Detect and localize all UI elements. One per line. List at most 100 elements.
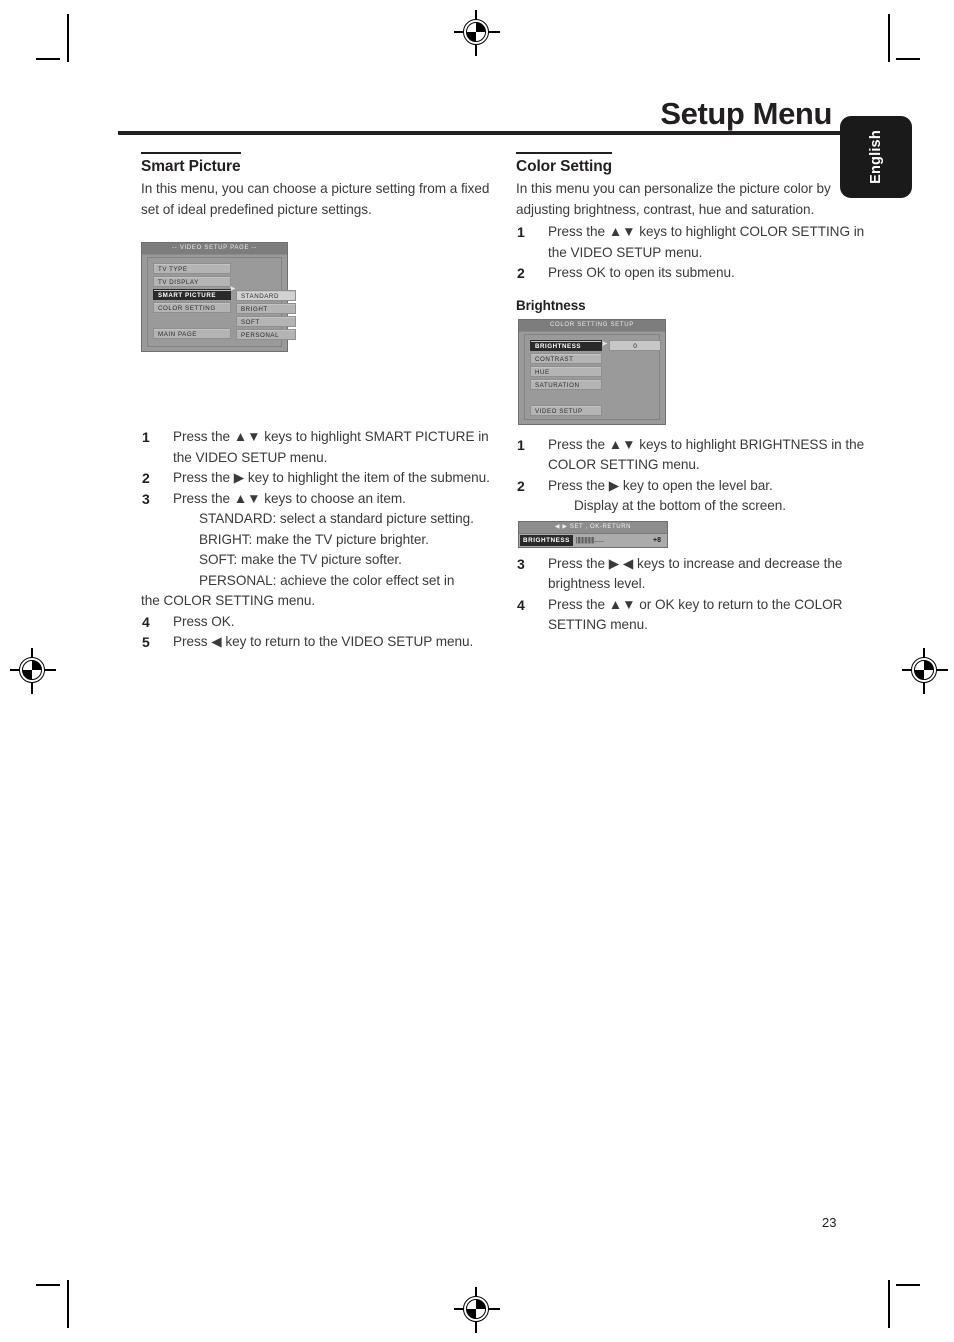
step-text: Press the ▲▼ keys to choose an item. bbox=[173, 490, 406, 506]
osd-value-arrow-icon: ➤ bbox=[601, 338, 608, 348]
step-item: 5 Press ◀ key to return to the VIDEO SET… bbox=[141, 632, 491, 653]
osd-level-bar-value: +8 bbox=[653, 536, 661, 544]
osd-submenu-item: BRIGHT bbox=[236, 303, 296, 314]
osd-color-setting-title: COLOR SETTING SETUP bbox=[519, 319, 665, 332]
osd-level-bar-row: BRIGHTNESS |||||||||||||...... +8 bbox=[519, 532, 667, 547]
language-tab-label: English bbox=[868, 130, 884, 184]
step-item: 4 Press the ▲▼ or OK key to return to th… bbox=[516, 595, 866, 636]
step-item: 4 Press OK. bbox=[141, 612, 491, 633]
osd-menu-item: TV TYPE bbox=[153, 263, 231, 274]
step-number: 3 bbox=[142, 490, 150, 507]
osd-brightness-value: 0 bbox=[609, 339, 661, 351]
osd-video-setup-menu-list: TV TYPE TV DISPLAY SMART PICTURE COLOR S… bbox=[153, 263, 231, 341]
crop-mark-top-right-horizontal bbox=[896, 58, 920, 60]
registration-mark-bottom bbox=[454, 1287, 500, 1333]
step-number: 5 bbox=[142, 634, 150, 650]
osd-menu-item: MAIN PAGE bbox=[153, 328, 231, 339]
step-number: 2 bbox=[517, 477, 525, 494]
step-item: 3 Press the ▶ ◀ keys to increase and dec… bbox=[516, 554, 866, 595]
step-item: 2 Press the ▶ key to open the level bar.… bbox=[516, 476, 866, 517]
step-detail: SOFT: make the TV picture softer. bbox=[199, 552, 402, 567]
osd-menu-item: CONTRAST bbox=[530, 352, 602, 364]
step-item: 2 Press OK to open its submenu. bbox=[516, 263, 866, 284]
crop-mark-bottom-right-vertical bbox=[888, 1280, 890, 1328]
step-number: 1 bbox=[517, 224, 525, 240]
step-text: Press the ▲▼ or OK key to return to the … bbox=[548, 596, 843, 633]
osd-menu-item-selected: SMART PICTURE bbox=[153, 289, 231, 300]
step-text: Press the ▲▼ keys to highlight SMART PIC… bbox=[173, 429, 489, 465]
step-text: Press ◀ key to return to the VIDEO SETUP… bbox=[173, 634, 474, 649]
osd-submenu-item: PERSONAL bbox=[236, 329, 296, 340]
smart-picture-steps: 1 Press the ▲▼ keys to highlight SMART P… bbox=[141, 427, 491, 653]
smart-picture-intro: In this menu, you can choose a picture s… bbox=[141, 181, 490, 217]
step-number: 1 bbox=[142, 429, 150, 445]
osd-brightness-level-bar: ◀ ▶ SET , OK-RETURN BRIGHTNESS |||||||||… bbox=[518, 520, 668, 548]
osd-color-setting-value-area: 0 bbox=[609, 339, 661, 351]
osd-level-bar-label: BRIGHTNESS bbox=[520, 534, 573, 546]
osd-video-setup-body: TV TYPE TV DISPLAY SMART PICTURE COLOR S… bbox=[147, 257, 296, 347]
step-item: 1 Press the ▲▼ keys to highlight COLOR S… bbox=[516, 222, 866, 263]
osd-video-setup-page: -- VIDEO SETUP PAGE -- TV TYPE TV DISPLA… bbox=[141, 242, 296, 352]
step-text: Press the ▶ key to highlight the item of… bbox=[173, 470, 490, 485]
osd-submenu-item: SOFT bbox=[236, 316, 296, 327]
step-number: 2 bbox=[517, 265, 525, 281]
section-title-smart-picture: Smart Picture bbox=[141, 152, 241, 177]
registration-mark-left bbox=[10, 648, 56, 694]
brightness-steps-tail: 3 Press the ▶ ◀ keys to increase and dec… bbox=[516, 554, 866, 636]
registration-mark-right bbox=[902, 648, 948, 694]
step-text: Press the ▲▼ keys to highlight COLOR SET… bbox=[548, 224, 865, 260]
crop-mark-bottom-left-horizontal bbox=[36, 1284, 60, 1286]
right-column: Color Setting In this menu you can perso… bbox=[516, 152, 866, 636]
page-number: 23 bbox=[822, 1215, 837, 1230]
osd-menu-spacer bbox=[153, 315, 231, 326]
step-detail: BRIGHT: make the TV picture brighter. bbox=[199, 531, 429, 547]
osd-color-setting-menu-list: BRIGHTNESS CONTRAST HUE SATURATION VIDEO… bbox=[530, 339, 602, 418]
crop-mark-top-left-vertical bbox=[67, 14, 69, 62]
step-number: 1 bbox=[517, 436, 525, 453]
step-detail-continuation: the COLOR SETTING menu. bbox=[141, 593, 316, 608]
left-column: Smart Picture In this menu, you can choo… bbox=[141, 152, 491, 653]
step-detail: STANDARD: select a standard picture sett… bbox=[199, 511, 474, 526]
step-text: Press the ▲▼ keys to highlight BRIGHTNES… bbox=[548, 436, 865, 473]
header-rule bbox=[118, 131, 858, 135]
osd-level-bar-hint: ◀ ▶ SET , OK-RETURN bbox=[519, 521, 667, 533]
section-title-color-setting: Color Setting bbox=[516, 152, 612, 177]
crop-mark-top-left-horizontal bbox=[36, 58, 60, 60]
subsection-title-brightness: Brightness bbox=[516, 297, 586, 313]
step-text: Press the ▶ key to open the level bar. bbox=[548, 477, 773, 493]
osd-video-setup-submenu-list: STANDARD BRIGHT SOFT PERSONAL bbox=[236, 290, 296, 342]
color-setting-intro: In this menu you can personalize the pic… bbox=[516, 181, 831, 217]
osd-submenu-arrow-icon: ➤ bbox=[229, 284, 236, 293]
step-item: 1 Press the ▲▼ keys to highlight SMART P… bbox=[141, 427, 491, 468]
osd-color-setting-setup: COLOR SETTING SETUP BRIGHTNESS CONTRAST … bbox=[518, 318, 666, 425]
osd-menu-spacer bbox=[530, 392, 602, 403]
osd-menu-item: VIDEO SETUP bbox=[530, 404, 602, 416]
crop-mark-bottom-right-horizontal bbox=[896, 1284, 920, 1286]
crop-mark-top-right-vertical bbox=[888, 14, 890, 62]
step-detail: PERSONAL: achieve the color effect set i… bbox=[199, 572, 455, 588]
step-item: 2 Press the ▶ key to highlight the item … bbox=[141, 468, 491, 489]
osd-menu-item: TV DISPLAY bbox=[153, 276, 231, 287]
step-number: 3 bbox=[517, 555, 525, 572]
step-text: Press the ▶ ◀ keys to increase and decre… bbox=[548, 555, 843, 592]
osd-color-setting-body: BRIGHTNESS CONTRAST HUE SATURATION VIDEO… bbox=[524, 333, 661, 420]
step-number: 4 bbox=[517, 596, 525, 613]
osd-menu-item: SATURATION bbox=[530, 378, 602, 390]
osd-level-bar-ticks: |||||||||||||...... bbox=[575, 536, 604, 544]
step-item: 3 Press the ▲▼ keys to choose an item. S… bbox=[141, 489, 491, 612]
step-number: 2 bbox=[142, 470, 150, 486]
brightness-steps: 1 Press the ▲▼ keys to highlight BRIGHTN… bbox=[516, 435, 866, 517]
osd-menu-item: COLOR SETTING bbox=[153, 302, 231, 313]
registration-mark-top bbox=[454, 10, 500, 56]
step-number: 4 bbox=[142, 613, 150, 630]
step-text: Press OK to open its submenu. bbox=[548, 265, 735, 280]
color-setting-steps: 1 Press the ▲▼ keys to highlight COLOR S… bbox=[516, 222, 866, 284]
crop-mark-bottom-left-vertical bbox=[67, 1280, 69, 1328]
document-page: Setup Menu English Smart Picture In this… bbox=[0, 0, 954, 1342]
osd-submenu-item-highlighted: STANDARD bbox=[236, 290, 296, 301]
osd-video-setup-title: -- VIDEO SETUP PAGE -- bbox=[142, 243, 287, 255]
step-item: 1 Press the ▲▼ keys to highlight BRIGHTN… bbox=[516, 435, 866, 476]
step-text: Press OK. bbox=[173, 613, 235, 629]
step-detail: Display at the bottom of the screen. bbox=[574, 498, 787, 513]
page-title: Setup Menu bbox=[660, 96, 832, 131]
